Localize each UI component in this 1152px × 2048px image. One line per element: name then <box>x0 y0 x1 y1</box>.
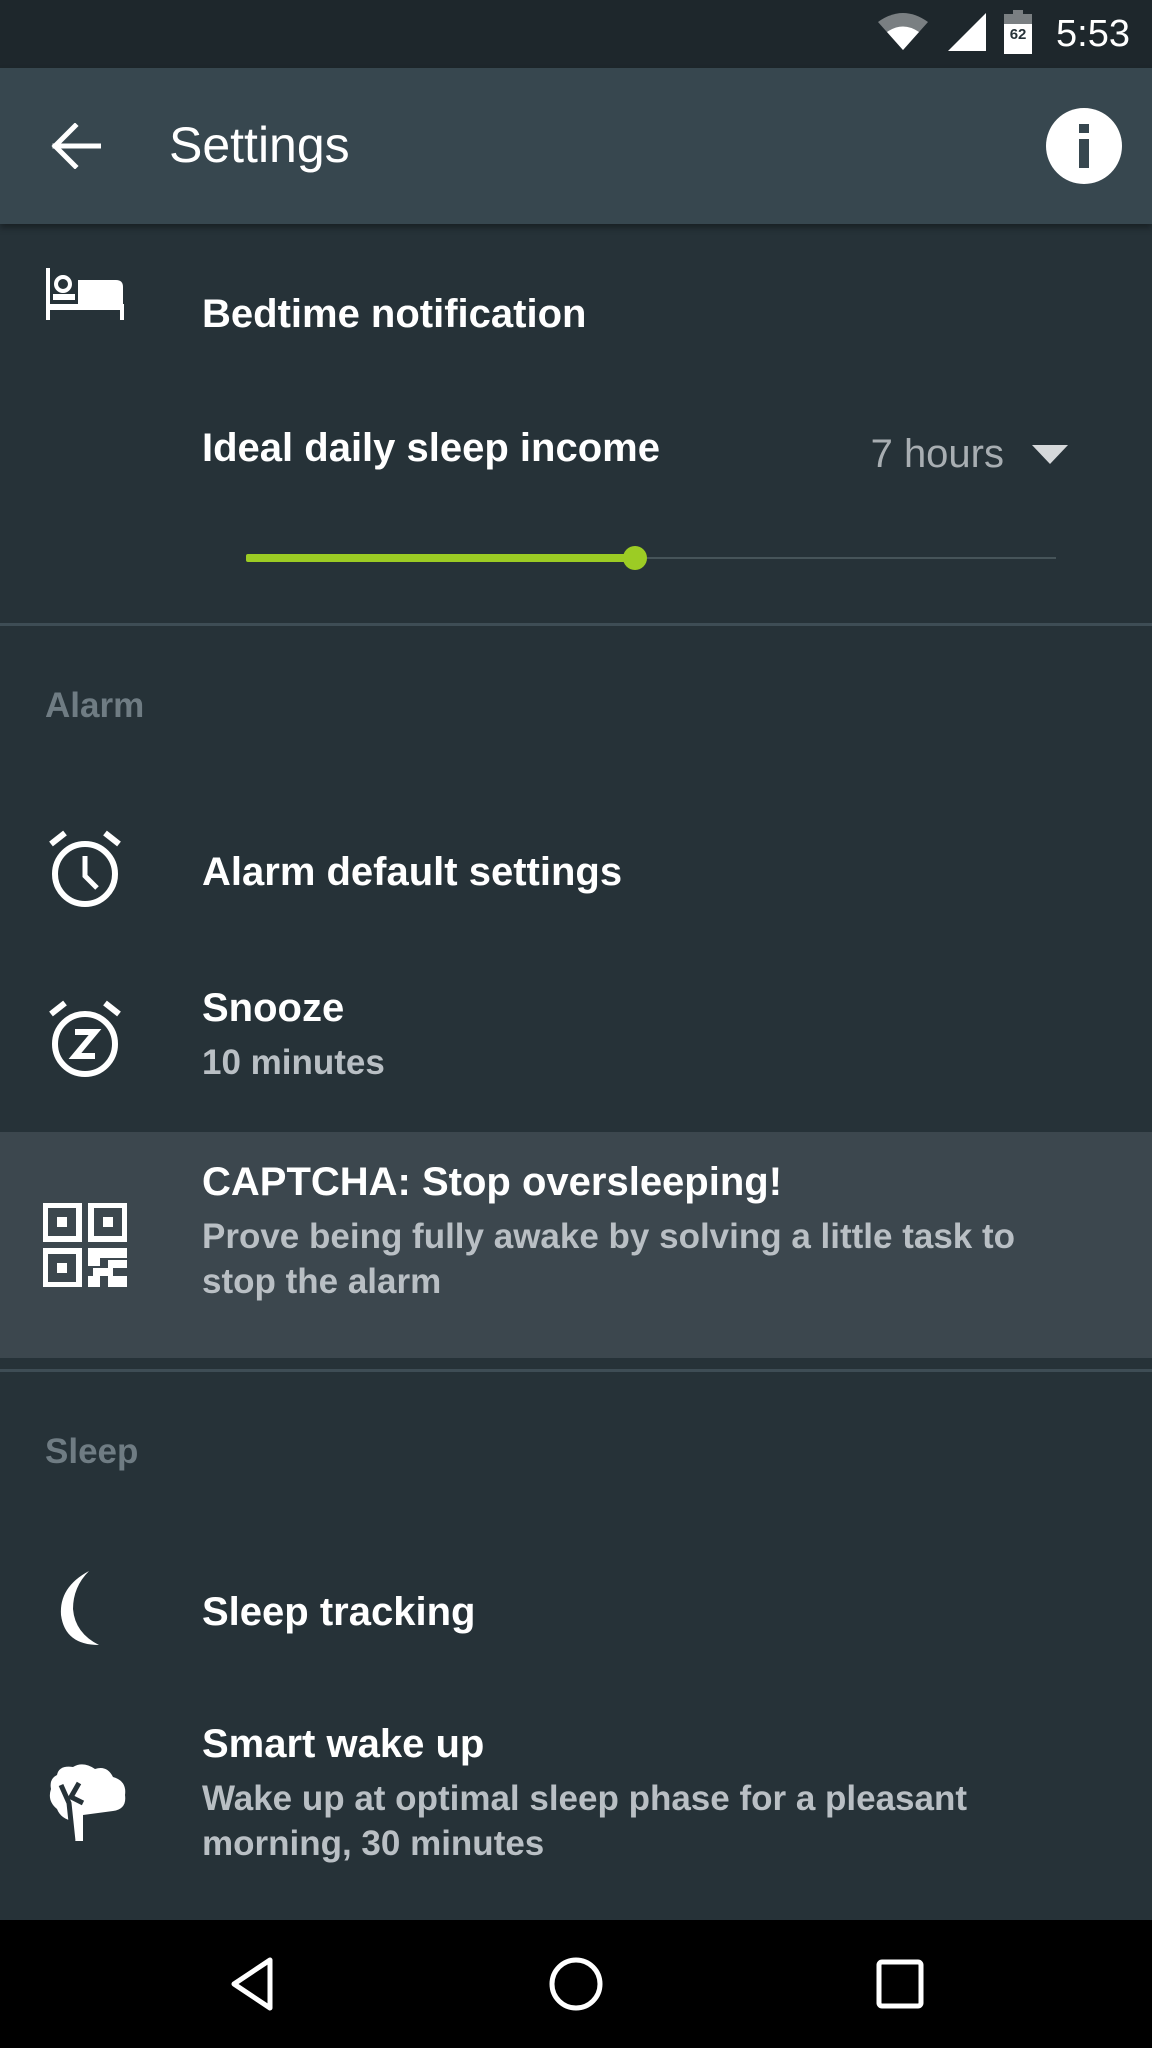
battery-level: 62 <box>1009 25 1027 43</box>
info-button[interactable] <box>1046 108 1122 184</box>
sleep-tracking-title: Sleep tracking <box>202 1590 476 1634</box>
divider <box>0 623 1152 626</box>
alarm-default-settings-title: Alarm default settings <box>202 850 623 894</box>
divider <box>0 1369 1152 1372</box>
moon-icon <box>40 1564 130 1654</box>
slider-fill <box>246 554 635 562</box>
alarm-clock-icon <box>40 824 130 914</box>
qr-code-icon <box>40 1200 130 1290</box>
nav-recents-button[interactable] <box>850 1944 950 2024</box>
nav-recents-icon <box>876 1959 924 2009</box>
smart-wake-up-item[interactable]: Smart wake up Wake up at optimal sleep p… <box>0 1700 1152 1910</box>
status-time: 5:53 <box>1056 12 1130 55</box>
battery-icon: 62 <box>1004 9 1033 59</box>
smart-wake-up-title: Smart wake up <box>202 1722 485 1766</box>
bed-icon <box>40 264 130 324</box>
captcha-subtitle: Prove being fully awake by solving a lit… <box>202 1217 1016 1301</box>
sleep-income-dropdown[interactable]: 7 hours <box>871 432 1068 477</box>
snooze-item[interactable]: Snooze 10 minutes <box>0 960 1152 1130</box>
tree-icon <box>40 1748 130 1858</box>
wifi-icon <box>876 12 930 57</box>
snooze-subtitle: 10 minutes <box>202 1043 385 1082</box>
navigation-bar <box>0 1920 1152 2048</box>
nav-back-button[interactable] <box>203 1944 303 2024</box>
slider-thumb[interactable] <box>622 546 647 570</box>
section-header-sleep: Sleep <box>45 1432 139 1471</box>
info-icon <box>1079 124 1089 168</box>
sleep-tracking-item[interactable]: Sleep tracking <box>0 1534 1152 1684</box>
settings-list: Bedtime notification Ideal daily sleep i… <box>0 224 1152 1920</box>
chevron-down-icon <box>1032 445 1068 464</box>
bedtime-notification-item[interactable]: Bedtime notification <box>0 224 1152 364</box>
section-header-alarm: Alarm <box>45 686 145 725</box>
nav-home-icon <box>549 1957 603 2011</box>
sleep-income-value: 7 hours <box>870 432 1004 476</box>
snooze-title: Snooze <box>202 986 345 1030</box>
snooze-icon <box>40 994 130 1084</box>
app-bar: Settings <box>0 68 1152 224</box>
sleep-income-label: Ideal daily sleep income <box>202 426 660 470</box>
arrow-left-icon <box>51 123 101 169</box>
nav-home-button[interactable] <box>526 1944 626 2024</box>
back-button[interactable] <box>46 118 106 174</box>
status-bar: 62 5:53 <box>0 0 1152 68</box>
nav-back-icon <box>231 1957 273 2011</box>
captcha-item[interactable]: CAPTCHA: Stop oversleeping! Prove being … <box>0 1132 1152 1358</box>
alarm-default-settings-item[interactable]: Alarm default settings <box>0 794 1152 944</box>
cell-signal-icon <box>946 11 988 58</box>
page-title: Settings <box>169 117 350 173</box>
smart-wake-up-subtitle: Wake up at optimal sleep phase for a ple… <box>202 1779 968 1863</box>
bedtime-notification-title: Bedtime notification <box>202 292 587 336</box>
captcha-title: CAPTCHA: Stop oversleeping! <box>202 1160 783 1204</box>
sleep-income-slider[interactable] <box>246 538 1056 578</box>
